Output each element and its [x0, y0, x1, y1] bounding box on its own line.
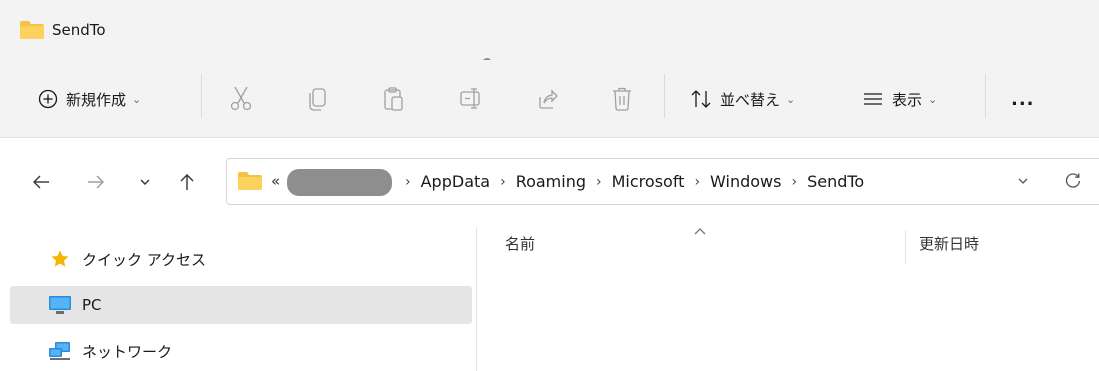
redacted-username: [287, 169, 392, 196]
sidebar-item-pc[interactable]: PC: [10, 286, 472, 324]
breadcrumb: › AppData › Roaming › Microsoft › Window…: [395, 159, 864, 204]
address-dropdown-button[interactable]: [1011, 169, 1035, 193]
sidebar-item-quick-access[interactable]: クイック アクセス: [10, 240, 472, 278]
breadcrumb-item-sendto[interactable]: SendTo: [807, 172, 864, 191]
more-icon: ...: [1011, 88, 1035, 110]
chevron-down-icon: ⌄: [132, 92, 142, 106]
column-header-name[interactable]: 名前: [505, 233, 535, 254]
view-button[interactable]: 表示 ⌄: [862, 82, 937, 116]
recent-locations-button[interactable]: [132, 169, 158, 195]
window-title: SendTo: [52, 21, 106, 39]
breadcrumb-separator: ›: [596, 173, 602, 190]
sort-button-label: 並べ替え: [720, 90, 781, 109]
chevron-down-icon: [140, 179, 150, 185]
folder-icon: [238, 172, 262, 190]
cut-button[interactable]: [229, 82, 253, 116]
navigation-pane: クイック アクセス PC ネットワーク: [0, 227, 476, 371]
new-button[interactable]: 新規作成 ⌄: [38, 82, 141, 116]
arrow-up-icon: [180, 174, 194, 190]
breadcrumb-separator: ›: [791, 173, 798, 190]
column-header-modified[interactable]: 更新日時: [919, 233, 979, 254]
toolbar-divider: [664, 74, 665, 118]
chevron-down-icon: ⌄: [928, 92, 938, 106]
paste-icon: [384, 87, 403, 111]
up-button[interactable]: [174, 169, 200, 195]
network-icon: [48, 339, 72, 363]
rename-icon: [460, 88, 480, 109]
arrow-left-icon: [33, 175, 49, 189]
sidebar-item-label: PC: [82, 296, 102, 314]
sidebar-item-label: クイック アクセス: [82, 250, 207, 269]
sort-icon: [691, 90, 711, 108]
star-icon: [48, 247, 72, 271]
plus-circle-icon: [38, 89, 58, 109]
toolbar-divider: [201, 74, 202, 118]
breadcrumb-separator: ›: [694, 173, 701, 190]
breadcrumb-separator: ›: [500, 173, 506, 190]
file-list: 名前 更新日時: [477, 227, 1099, 371]
monitor-icon: [48, 293, 72, 317]
more-options-button[interactable]: ...: [1011, 82, 1035, 116]
chevron-down-icon: [1018, 178, 1028, 184]
breadcrumb-overflow[interactable]: «: [271, 172, 280, 190]
view-button-label: 表示: [892, 90, 923, 109]
breadcrumb-item-windows[interactable]: Windows: [710, 172, 781, 191]
sort-ascending-icon: [694, 228, 706, 235]
refresh-button[interactable]: [1061, 169, 1085, 193]
trash-icon: [613, 87, 631, 111]
share-icon: [539, 89, 558, 109]
breadcrumb-separator: ›: [405, 173, 411, 190]
address-bar[interactable]: « › AppData › Roaming › Microsoft › Wind…: [226, 158, 1099, 205]
new-button-label: 新規作成: [66, 90, 127, 109]
view-list-icon: [864, 93, 882, 105]
navigation-bar: « › AppData › Roaming › Microsoft › Wind…: [0, 139, 1099, 227]
sidebar-item-label: ネットワーク: [82, 342, 173, 361]
forward-button[interactable]: [83, 169, 109, 195]
breadcrumb-item-appdata[interactable]: AppData: [421, 172, 490, 191]
back-button[interactable]: [28, 169, 54, 195]
breadcrumb-item-microsoft[interactable]: Microsoft: [612, 172, 685, 191]
arrow-right-icon: [88, 175, 104, 189]
paste-button[interactable]: [383, 82, 405, 116]
folder-icon: [20, 21, 44, 39]
sidebar-item-network[interactable]: ネットワーク: [10, 332, 472, 370]
scissors-icon: [230, 86, 252, 111]
breadcrumb-item-roaming[interactable]: Roaming: [516, 172, 586, 191]
copy-icon: [309, 88, 326, 111]
command-bar: 新規作成 ⌄ 並べ替え ⌄ 表示 ⌄ ...: [0, 60, 1099, 138]
delete-button[interactable]: [611, 82, 633, 116]
column-separator[interactable]: [905, 230, 906, 264]
copy-button[interactable]: [307, 82, 329, 116]
rename-button[interactable]: [459, 82, 485, 116]
chevron-down-icon: ⌄: [786, 92, 796, 106]
title-bar: SendTo: [0, 0, 1099, 60]
sort-button[interactable]: 並べ替え ⌄: [690, 82, 795, 116]
share-button[interactable]: [536, 82, 560, 116]
refresh-icon: [1065, 173, 1081, 188]
toolbar-divider: [985, 74, 986, 118]
